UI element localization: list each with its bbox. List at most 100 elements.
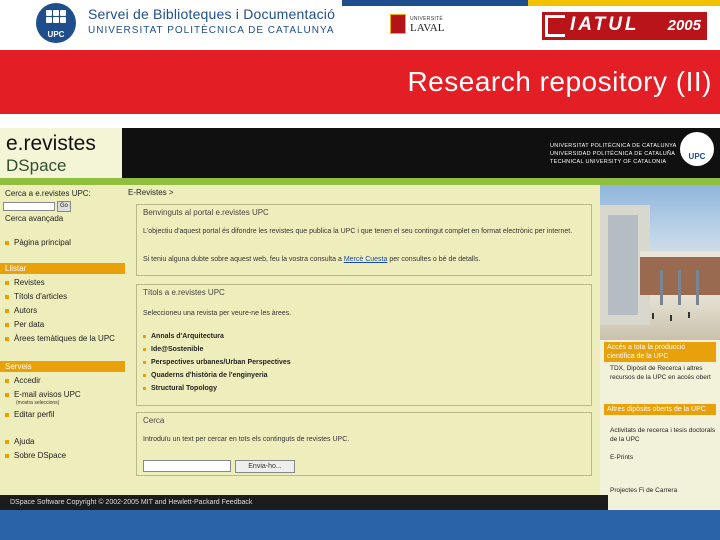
website-screenshot: e.revistes DSpace UNIVERSITAT POLITÈCNIC… xyxy=(0,128,720,510)
access-header[interactable]: Accés a tota la producció científica de … xyxy=(604,342,716,362)
bullet-icon xyxy=(5,240,9,245)
slide-title: Research repository (II) xyxy=(407,66,712,97)
erevistes-logo-line2: DSpace xyxy=(6,156,67,175)
laval-crest-icon xyxy=(390,14,406,34)
journal-label: Annals d'Arquitectura xyxy=(151,333,224,340)
journal-item-idea-sostenible[interactable]: Ide@Sostenible xyxy=(143,346,203,353)
bullet-icon xyxy=(5,439,9,444)
sidebar: Cerca a e.revistes UPC: Go Cerca avançad… xyxy=(0,185,125,495)
laval-name: LAVAL xyxy=(410,22,445,34)
site-footer[interactable]: DSpace Software Copyright © 2002-2005 MI… xyxy=(0,495,608,510)
green-divider xyxy=(0,178,720,185)
journal-item-annals[interactable]: Annals d'Arquitectura xyxy=(143,333,224,340)
erevistes-logo[interactable]: e.revistes DSpace xyxy=(0,128,122,178)
bullet-icon xyxy=(143,373,146,377)
sidebar-item-email-alerts[interactable]: E-mail avisos UPC xyxy=(5,390,81,399)
slide-header: UPC Servei de Biblioteques i Documentaci… xyxy=(0,0,720,50)
bullet-icon xyxy=(5,336,9,341)
titles-title: Títols a e.revistes UPC xyxy=(143,288,225,297)
bullet-icon xyxy=(143,386,146,390)
sidebar-item-subjects[interactable]: Àrees temàtiques de la UPC xyxy=(5,334,115,343)
sidebar-item-journals[interactable]: Revistes xyxy=(5,278,45,287)
sidebar-item-label: Revistes xyxy=(14,278,45,287)
welcome-title: Benvinguts al portal e.revistes UPC xyxy=(143,208,269,217)
sidebar-services-header: Serveis xyxy=(0,361,125,372)
access-text: TDX, Dipòsit de Recerca i altres recurso… xyxy=(610,365,711,381)
upc-logo-label: UPC xyxy=(47,30,65,39)
bullet-icon xyxy=(5,280,9,285)
sidebar-item-label: Àrees temàtiques de la UPC xyxy=(14,334,115,343)
breadcrumb[interactable]: E-Revistes > xyxy=(128,188,174,197)
uni-name-ca: UNIVERSITAT POLITÈCNICA DE CATALUNYA xyxy=(550,143,677,149)
sidebar-item-label: Autors xyxy=(14,306,38,315)
bullet-icon xyxy=(5,453,9,458)
sidebar-item-label: E-mail avisos UPC xyxy=(14,390,81,399)
campus-building-photo xyxy=(600,185,720,340)
search-panel: Cerca Introduïu un text per cercar en to… xyxy=(136,412,592,476)
contact-link[interactable]: Mercè Cuesta xyxy=(344,256,388,263)
sidebar-search-input[interactable] xyxy=(3,202,55,211)
sidebar-service-note: (mostra seleccions) xyxy=(16,400,60,406)
erevistes-logo-line1: e.revistes xyxy=(6,132,96,155)
search-text: Introduïu un text per cercar en tots els… xyxy=(143,436,350,443)
blue-strip xyxy=(342,0,528,6)
journal-label: Ide@Sostenible xyxy=(151,346,204,353)
university-names: UNIVERSITAT POLITÈCNICA DE CATALUNYA UNI… xyxy=(550,142,677,166)
upc-logo: UPC xyxy=(36,3,76,43)
sidebar-go-button[interactable]: Go xyxy=(57,201,71,212)
search-title: Cerca xyxy=(143,416,165,425)
welcome-text-2-end: per consultes o bé de detalls. xyxy=(389,256,481,263)
journal-label: Structural Topology xyxy=(151,385,217,392)
other-repos-text-2[interactable]: E-Prints xyxy=(610,453,716,462)
sidebar-item-about[interactable]: Sobre DSpace xyxy=(5,451,66,460)
bottom-band xyxy=(0,510,720,540)
sidebar-item-edit-profile[interactable]: Editar perfil xyxy=(5,410,54,419)
sidebar-item-help[interactable]: Ajuda xyxy=(5,437,34,446)
library-name: Servei de Biblioteques i Documentació xyxy=(88,6,336,22)
journal-item-structural-topology[interactable]: Structural Topology xyxy=(143,385,217,392)
sidebar-item-authors[interactable]: Autors xyxy=(5,306,37,315)
projects-link[interactable]: Projectes Fi de Carrera xyxy=(610,486,716,495)
uni-name-en: TECHNICAL UNIVERSITY OF CATALONIA xyxy=(550,159,667,165)
journal-item-quaderns[interactable]: Quaderns d'història de l'enginyeria xyxy=(143,372,268,379)
bullet-icon xyxy=(5,378,9,383)
iatul-text: IATUL xyxy=(570,14,640,35)
yellow-strip xyxy=(528,0,720,6)
bullet-icon xyxy=(143,360,146,364)
journal-label: Perspectives urbanes/Urban Perspectives xyxy=(151,359,291,366)
sidebar-advanced-search[interactable]: Cerca avançada xyxy=(5,214,63,223)
sidebar-item-label: Editar perfil xyxy=(14,410,55,419)
uni-name-es: UNIVERSIDAD POLITÉCNICA DE CATALUÑA xyxy=(550,151,676,157)
sidebar-browse-header: Llistar xyxy=(0,263,125,274)
bullet-icon xyxy=(143,347,146,351)
sidebar-item-label: Títols d'articles xyxy=(14,292,68,301)
sidebar-item-home[interactable]: Pàgina principal xyxy=(5,238,71,247)
title-bar: Research repository (II) xyxy=(0,50,720,114)
welcome-text-2: Si teniu alguna dubte sobre aquest web, … xyxy=(143,255,583,265)
sidebar-item-date[interactable]: Per data xyxy=(5,320,44,329)
iatul-logo: IATUL 2005 xyxy=(542,12,707,40)
journal-item-perspectives[interactable]: Perspectives urbanes/Urban Perspectives xyxy=(143,359,291,366)
sidebar-item-titles[interactable]: Títols d'articles xyxy=(5,292,67,301)
search-input[interactable] xyxy=(143,460,231,472)
bullet-icon xyxy=(5,412,9,417)
bullet-icon xyxy=(143,334,146,338)
iatul-year: 2005 xyxy=(667,17,701,34)
site-header: UNIVERSITAT POLITÈCNICA DE CATALUNYA UNI… xyxy=(122,128,720,178)
titles-intro: Seleccioneu una revista per veure-ne les… xyxy=(143,310,292,317)
bullet-icon xyxy=(5,392,9,397)
other-repos-header[interactable]: Altres dipòsits oberts de la UPC xyxy=(604,404,716,415)
bullet-icon xyxy=(5,294,9,299)
laval-logo: UNIVERSITÉ LAVAL xyxy=(390,14,454,36)
sidebar-item-label: Pàgina principal xyxy=(14,238,71,247)
welcome-panel: Benvinguts al portal e.revistes UPC L'ob… xyxy=(136,204,592,276)
sidebar-item-login[interactable]: Accedir xyxy=(5,376,41,385)
journal-label: Quaderns d'història de l'enginyeria xyxy=(151,372,268,379)
titles-panel: Títols a e.revistes UPC Seleccioneu una … xyxy=(136,284,592,406)
search-submit-button[interactable]: Envia-ho... xyxy=(235,460,295,473)
bullet-icon xyxy=(5,322,9,327)
sidebar-search-label: Cerca a e.revistes UPC: xyxy=(5,189,91,198)
iatul-bracket-icon xyxy=(545,15,565,37)
upc-seal-label: UPC xyxy=(688,152,706,161)
sidebar-item-label: Sobre DSpace xyxy=(14,451,67,460)
